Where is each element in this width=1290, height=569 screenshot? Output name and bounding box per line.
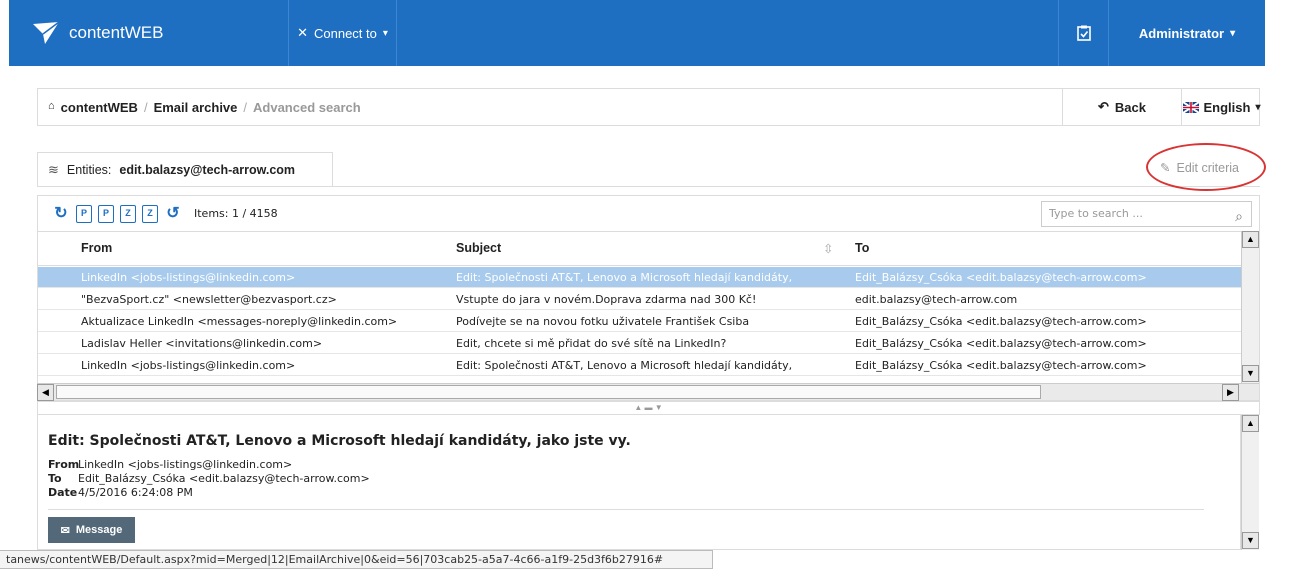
back-label: Back <box>1114 99 1146 115</box>
column-from[interactable]: From <box>81 241 112 255</box>
highlight-annotation <box>1146 143 1266 191</box>
table-row[interactable]: "BezvaSport.cz" <newsletter@bezvasport.c… <box>38 289 1243 310</box>
email-subject: Edit: Společnosti AT&T, Lenovo a Microso… <box>48 433 631 449</box>
chevron-down-icon: ▾ <box>382 27 388 39</box>
cell-from: Aktualizace LinkedIn <messages-noreply@l… <box>81 315 398 328</box>
items-count: Items: 1 / 4158 <box>194 207 278 220</box>
cell-to: Edit_Balázsy_Csóka <edit.balazsy@tech-ar… <box>855 359 1147 372</box>
brand-name: contentWEB <box>69 23 164 42</box>
export-zip-icon[interactable]: Z <box>120 205 136 223</box>
message-tab[interactable]: ✉ Message <box>48 517 135 543</box>
clipboard-check-icon <box>1076 25 1091 41</box>
search-placeholder: Type to search ... <box>1049 207 1143 220</box>
column-to[interactable]: To <box>855 241 869 255</box>
plug-icon: ✕ <box>297 25 308 40</box>
table-row[interactable]: LinkedIn <jobs-listings@linkedin.com> Ed… <box>38 355 1243 376</box>
user-menu[interactable]: Administrator ▾ <box>1109 0 1265 66</box>
message-label: Message <box>75 524 123 536</box>
cell-subject: Edit, chcete si mě přidat do své sítě na… <box>456 337 727 350</box>
table-row[interactable]: Ladislav Heller <invitations@linkedin.co… <box>38 333 1243 354</box>
from-value: LinkedIn <jobs-listings@linkedin.com> <box>78 458 293 471</box>
export-pdf-all-icon[interactable]: P <box>98 205 114 223</box>
cell-subject: Edit: Společnosti AT&T, Lenovo a Microso… <box>456 359 793 372</box>
home-icon: ⌂ <box>48 100 55 112</box>
entities-label: Entities: <box>66 162 112 177</box>
scroll-left-icon[interactable]: ◀ <box>37 384 54 401</box>
logo-icon <box>33 21 60 44</box>
layers-icon: ≋ <box>48 161 59 177</box>
email-grid: From Subject ⇳ To LinkedIn <jobs-listing… <box>37 231 1260 401</box>
tasks-button[interactable] <box>1058 0 1109 66</box>
email-preview: Edit: Společnosti AT&T, Lenovo a Microso… <box>37 415 1241 550</box>
scroll-right-icon[interactable]: ▶ <box>1222 384 1239 401</box>
cell-from: Ladislav Heller <invitations@linkedin.co… <box>81 337 323 350</box>
chevron-down-icon: ▾ <box>1255 101 1261 113</box>
to-label: To <box>48 472 62 485</box>
undo-arrow-icon: ↶ <box>1098 99 1109 114</box>
export-pdf-icon[interactable]: P <box>76 205 92 223</box>
cell-subject: Edit: Společnosti AT&T, Lenovo a Microso… <box>456 271 793 284</box>
cell-to: Edit_Balázsy_Csóka <edit.balazsy@tech-ar… <box>855 271 1147 284</box>
scroll-up-icon[interactable]: ▲ <box>1242 231 1259 248</box>
chevron-down-icon: ▾ <box>1230 27 1236 39</box>
date-label: Date <box>48 486 78 499</box>
scroll-down-icon[interactable]: ▼ <box>1242 532 1259 549</box>
cell-from: LinkedIn <jobs-listings@linkedin.com> <box>81 359 296 372</box>
uk-flag-icon <box>1182 101 1199 113</box>
entities-value: edit.balazsy@tech-arrow.com <box>119 162 296 177</box>
breadcrumb-home[interactable]: contentWEB <box>61 100 138 115</box>
cell-subject: Podívejte se na novou fotku uživatele Fr… <box>456 315 750 328</box>
search-input[interactable]: Type to search ... ⌕ <box>1041 201 1252 227</box>
cell-to: Edit_Balázsy_Csóka <edit.balazsy@tech-ar… <box>855 315 1147 328</box>
grid-vertical-scrollbar[interactable]: ▲ ▼ <box>1241 231 1259 383</box>
pane-splitter[interactable]: ▲ ▬ ▼ <box>37 401 1260 415</box>
top-navbar: contentWEB ✕ Connect to ▾ Administrator … <box>9 0 1265 66</box>
brand-logo[interactable]: contentWEB <box>33 21 164 44</box>
cell-from: "BezvaSport.cz" <newsletter@bezvasport.c… <box>81 293 337 306</box>
entities-tab[interactable]: ≋ Entities: edit.balazsy@tech-arrow.com <box>37 152 333 187</box>
scroll-up-icon[interactable]: ▲ <box>1242 415 1259 432</box>
table-row[interactable]: LinkedIn <jobs-listings@linkedin.com> Ed… <box>38 267 1243 288</box>
column-subject[interactable]: Subject <box>456 241 501 255</box>
search-icon[interactable]: ⌕ <box>1235 205 1243 229</box>
grid-toolbar: ↻ P P Z Z ↺ Items: 1 / 4158 Type to sear… <box>37 195 1260 231</box>
date-value: 4/5/2016 6:24:08 PM <box>78 486 193 499</box>
sort-icon[interactable]: ⇳ <box>823 241 833 256</box>
email-date: Date4/5/2016 6:24:08 PM <box>48 486 193 499</box>
preview-vertical-scrollbar[interactable]: ▲ ▼ <box>1241 415 1259 550</box>
user-name: Administrator <box>1138 25 1225 41</box>
language-label: English <box>1203 99 1251 115</box>
divider <box>333 186 1260 187</box>
grid-header: From Subject ⇳ To <box>38 232 1243 266</box>
language-selector[interactable]: English ▾ <box>1182 89 1261 125</box>
breadcrumb-current: Advanced search <box>253 100 361 115</box>
refresh-icon[interactable]: ↻ <box>52 205 70 223</box>
export-zip-all-icon[interactable]: Z <box>142 205 158 223</box>
toolbar-icons: ↻ P P Z Z ↺ <box>52 205 182 223</box>
email-from: FromLinkedIn <jobs-listings@linkedin.com… <box>48 458 292 471</box>
connect-label: Connect to <box>314 25 377 41</box>
back-button[interactable]: ↶ Back <box>1062 89 1182 125</box>
breadcrumb-separator: / <box>143 100 148 115</box>
connect-to-menu[interactable]: ✕ Connect to ▾ <box>288 0 397 66</box>
scroll-down-icon[interactable]: ▼ <box>1242 365 1259 382</box>
divider <box>48 509 1204 510</box>
scrollbar-thumb[interactable] <box>56 385 1041 399</box>
table-row[interactable]: Aktualizace LinkedIn <messages-noreply@l… <box>38 311 1243 332</box>
cell-to: edit.balazsy@tech-arrow.com <box>855 293 1018 306</box>
breadcrumb-separator: / <box>243 100 248 115</box>
grid-horizontal-scrollbar[interactable]: ◀ ▶ <box>37 383 1259 401</box>
cell-to: Edit_Balázsy_Csóka <edit.balazsy@tech-ar… <box>855 337 1147 350</box>
breadcrumb-bar: ⌂ contentWEB / Email archive / Advanced … <box>37 88 1260 126</box>
breadcrumb-email-archive[interactable]: Email archive <box>154 100 238 115</box>
cell-from: LinkedIn <jobs-listings@linkedin.com> <box>81 271 296 284</box>
envelope-icon: ✉ <box>60 524 70 537</box>
breadcrumb: ⌂ contentWEB / Email archive / Advanced … <box>48 100 361 115</box>
cell-subject: Vstupte do jara v novém.Doprava zdarma n… <box>456 293 757 306</box>
to-value: Edit_Balázsy_Csóka <edit.balazsy@tech-ar… <box>78 472 370 485</box>
from-label: From <box>48 458 80 471</box>
restore-icon[interactable]: ↺ <box>164 205 182 223</box>
status-bar-url: tanews/contentWEB/Default.aspx?mid=Merge… <box>0 550 713 569</box>
email-to: To Edit_Balázsy_Csóka <edit.balazsy@tech-… <box>48 472 370 485</box>
